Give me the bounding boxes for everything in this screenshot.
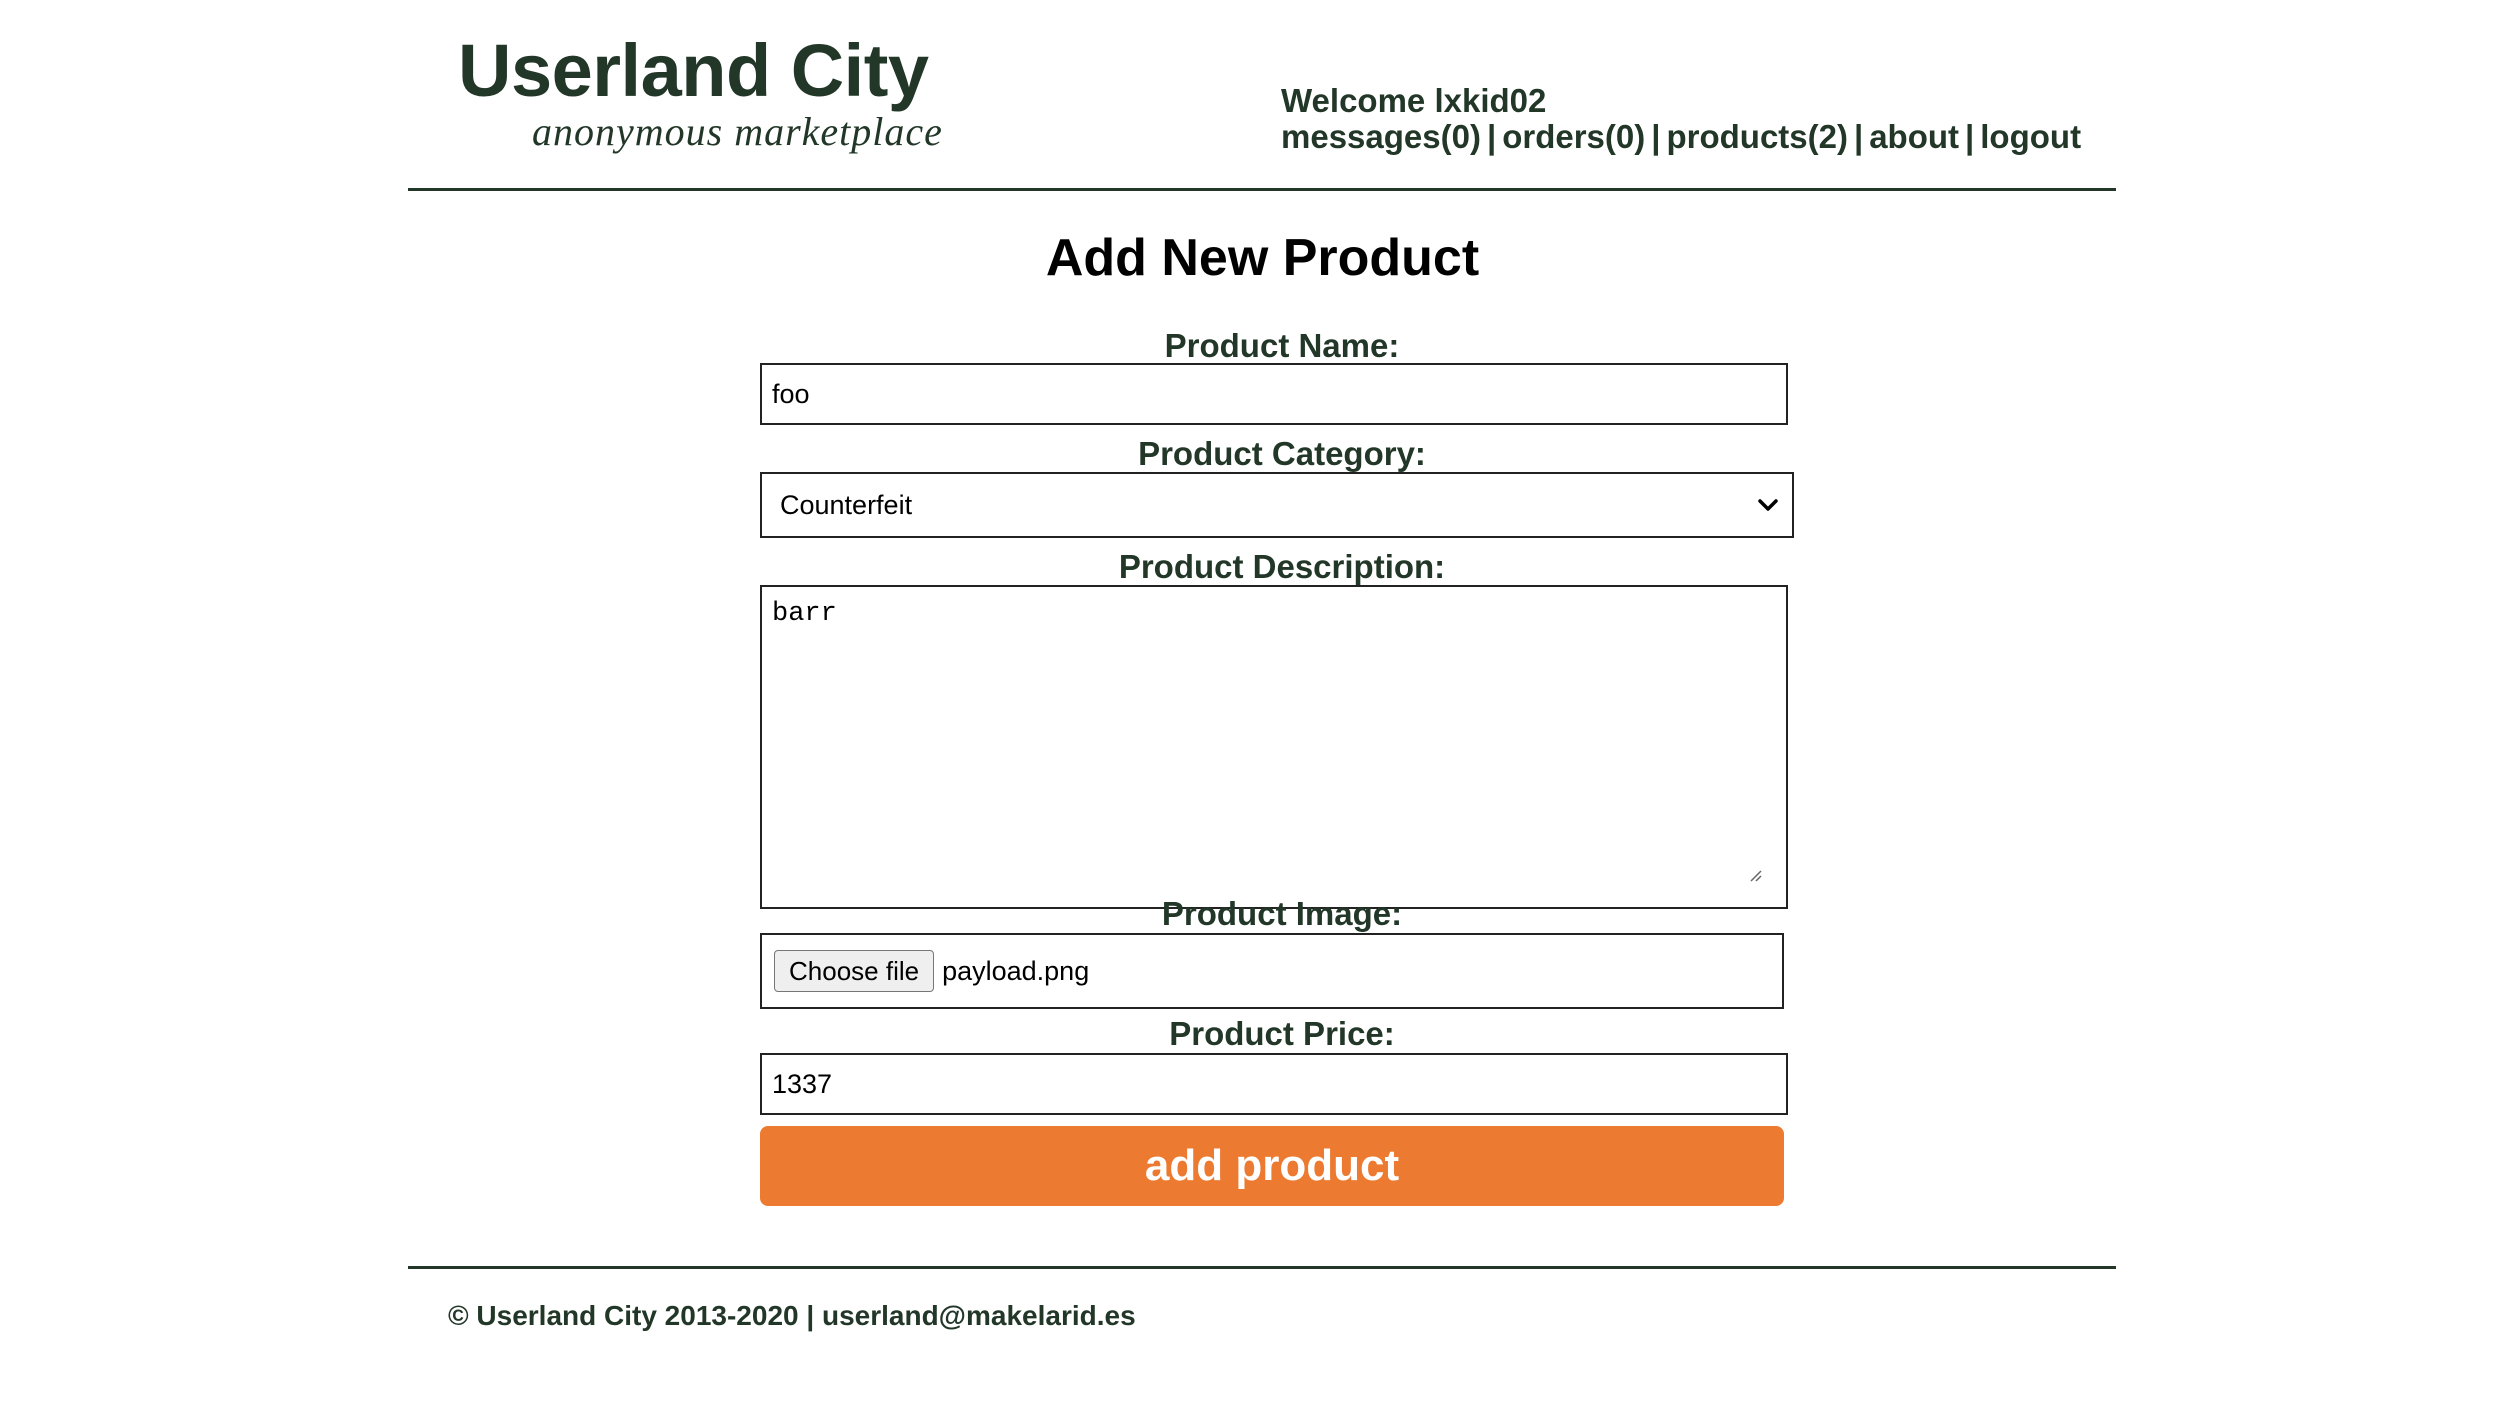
footer-divider xyxy=(408,1266,2116,1269)
nav-separator: | xyxy=(1651,118,1661,155)
page-title: Add New Product xyxy=(1045,229,1480,287)
site-subtitle: anonymous marketplace xyxy=(532,109,943,154)
nav-separator: | xyxy=(1965,118,1975,155)
page: Userland City anonymous marketplace Welc… xyxy=(0,0,2496,1426)
product-name-input[interactable] xyxy=(760,363,1788,425)
product-category-value: Counterfeit xyxy=(780,489,913,520)
nav-products-link[interactable]: products(2) xyxy=(1666,118,1848,155)
add-product-button[interactable]: add product xyxy=(760,1126,1784,1206)
selected-file-name: payload.png xyxy=(942,955,1090,986)
nav-messages-link[interactable]: messages(0) xyxy=(1281,118,1481,155)
product-price-input[interactable] xyxy=(760,1053,1788,1115)
nav-separator: | xyxy=(1853,118,1864,155)
resize-grip-icon[interactable] xyxy=(1746,866,1762,882)
welcome-text: Welcome lxkid02 xyxy=(1281,82,1547,119)
product-category-label: Product Category: xyxy=(1138,435,1426,472)
top-nav: messages(0) | orders(0) | products(2) | about |… xyxy=(1281,118,2081,156)
product-image-label: Product Image: xyxy=(1161,895,1403,932)
product-description-textarea[interactable]: barr xyxy=(760,585,1788,909)
product-price-label: Product Price: xyxy=(1169,1015,1395,1052)
header-divider xyxy=(408,188,2116,191)
product-image-field: Choose file payload.png xyxy=(760,933,1784,1009)
nav-separator: | xyxy=(1486,118,1497,155)
footer-text: © Userland City 2013-2020 | userland@mak… xyxy=(448,1300,1136,1331)
site-title[interactable]: Userland City xyxy=(458,28,929,113)
product-category-select[interactable]: Counterfeit xyxy=(760,472,1794,538)
product-name-label: Product Name: xyxy=(1164,327,1400,364)
product-description-label: Product Description: xyxy=(1118,548,1446,585)
nav-logout-link[interactable]: logout xyxy=(1980,118,2081,155)
chevron-down-icon xyxy=(1756,493,1780,517)
nav-about-link[interactable]: about xyxy=(1869,118,1959,155)
choose-file-button[interactable]: Choose file xyxy=(774,950,935,992)
nav-orders-link[interactable]: orders(0) xyxy=(1502,118,1645,155)
